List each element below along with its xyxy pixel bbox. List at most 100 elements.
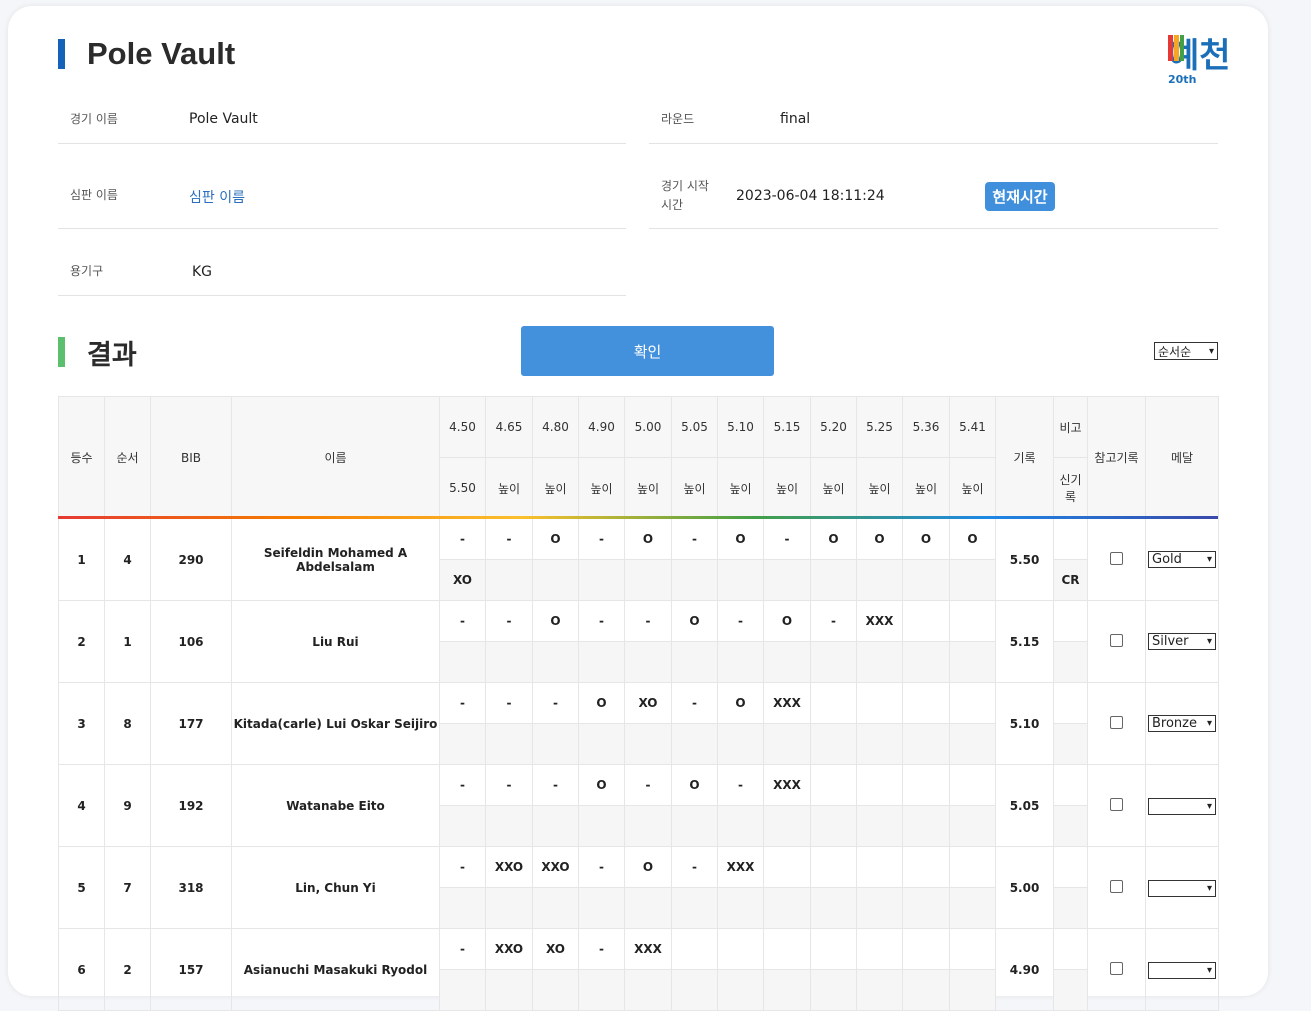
attempt2-cell: [578, 887, 625, 929]
height-input-link[interactable]: 높이: [717, 457, 764, 519]
attempt2-cell: [949, 641, 996, 683]
equipment-label: 용기구: [70, 264, 104, 278]
attempt-cell: -: [671, 518, 718, 560]
athlete-name: Seifeldin Mohamed A Abdelsalam: [231, 518, 440, 601]
attempt2-cell: [763, 805, 811, 847]
attempt-cell: XXO: [485, 846, 533, 888]
reference-checkbox[interactable]: [1110, 551, 1123, 565]
chevron-down-icon: ▾: [1206, 718, 1212, 729]
attempt2-cell: [902, 887, 950, 929]
attempt-cell: -: [717, 600, 764, 642]
record-cell: 5.05: [995, 764, 1054, 847]
attempt2-cell: [902, 559, 950, 601]
header-height: 5.05: [671, 396, 718, 458]
confirm-button[interactable]: 확인: [521, 326, 774, 376]
height-input-link[interactable]: 높이: [902, 457, 950, 519]
order-cell: 8: [104, 682, 151, 765]
attempt2-cell: [717, 805, 764, 847]
event-name-row: 경기 이름 Pole Vault: [58, 100, 626, 144]
round-row: 라운드 final: [649, 100, 1218, 144]
height-input-link[interactable]: 높이: [856, 457, 903, 519]
rank-cell: 6: [58, 928, 105, 1011]
note-cell: [1053, 846, 1088, 888]
attempt-cell: O: [810, 518, 857, 560]
reference-checkbox[interactable]: [1110, 879, 1123, 893]
attempt-cell: -: [717, 764, 764, 806]
record-cell: 5.15: [995, 600, 1054, 683]
height-input-link[interactable]: 높이: [763, 457, 811, 519]
event-name-label: 경기 이름: [70, 112, 118, 126]
attempt-cell: O: [717, 518, 764, 560]
attempt-cell: -: [763, 518, 811, 560]
attempt-cell: O: [578, 682, 625, 724]
start-time-label-line1: 경기 시작: [661, 179, 709, 193]
attempt2-cell: [439, 805, 486, 847]
attempt-cell: [902, 846, 950, 888]
attempt2-cell: [671, 723, 718, 765]
attempt-cell: XXO: [532, 846, 579, 888]
bib-cell: 192: [150, 764, 232, 847]
header-ref: 참고기록: [1087, 396, 1146, 519]
logo-sub-text: 20th: [1168, 73, 1196, 86]
logo-green-stroke: [1180, 35, 1184, 61]
medal-select-value: Gold: [1152, 552, 1182, 567]
attempt2-cell: [856, 641, 903, 683]
bib-cell: 157: [150, 928, 232, 1011]
medal-select[interactable]: ▾: [1148, 962, 1216, 980]
attempt2-cell: [717, 887, 764, 929]
attempt2-cell: [810, 641, 857, 683]
reference-checkbox[interactable]: [1110, 715, 1123, 729]
height-input-link[interactable]: 높이: [671, 457, 718, 519]
medal-select[interactable]: Bronze ▾: [1148, 715, 1216, 732]
athlete-name: Liu Rui: [231, 600, 440, 683]
attempt-cell: -: [624, 764, 672, 806]
header-new-record: 신기록: [1053, 457, 1088, 519]
sort-select[interactable]: 순서순 ▾: [1154, 342, 1218, 360]
medal-select[interactable]: ▾: [1148, 798, 1216, 816]
attempt-cell: [949, 682, 996, 724]
attempt-cell: O: [856, 518, 903, 560]
attempt2-cell: [624, 641, 672, 683]
attempt-cell: XXX: [856, 600, 903, 642]
attempt2-cell: [856, 887, 903, 929]
bib-cell: 290: [150, 518, 232, 601]
height-input-link[interactable]: 높이: [949, 457, 996, 519]
height-input-link[interactable]: 높이: [532, 457, 579, 519]
note-cell: [1053, 682, 1088, 724]
order-cell: 4: [104, 518, 151, 601]
current-time-button[interactable]: 현재시간: [985, 182, 1055, 211]
attempt2-cell: [485, 559, 533, 601]
height-input-link[interactable]: 높이: [810, 457, 857, 519]
height-input-link[interactable]: 높이: [485, 457, 533, 519]
record-cell: 5.00: [995, 846, 1054, 929]
attempt2-cell: [671, 559, 718, 601]
header-height: 5.41: [949, 396, 996, 458]
attempt2-cell: [949, 805, 996, 847]
attempt2-cell: [578, 723, 625, 765]
attempt2-cell: [578, 969, 625, 1011]
medal-cell: ▾: [1145, 846, 1219, 929]
reference-checkbox[interactable]: [1110, 961, 1123, 975]
medal-select[interactable]: ▾: [1148, 880, 1216, 898]
new-record-cell: [1053, 969, 1088, 1011]
attempt-cell: [949, 600, 996, 642]
attempt-cell: -: [439, 518, 486, 560]
medal-select[interactable]: Gold ▾: [1148, 551, 1216, 568]
attempt2-cell: [485, 723, 533, 765]
medal-select[interactable]: Silver ▾: [1148, 633, 1216, 650]
attempt-cell: O: [578, 764, 625, 806]
height-input-link[interactable]: 높이: [578, 457, 625, 519]
header-note: 비고: [1053, 396, 1088, 458]
attempt-cell: -: [532, 682, 579, 724]
attempt-cell: [810, 928, 857, 970]
reference-checkbox[interactable]: [1110, 797, 1123, 811]
height-input-link[interactable]: 높이: [624, 457, 672, 519]
results-header: 결과: [58, 334, 137, 371]
judge-name-link[interactable]: 심판 이름: [189, 187, 245, 207]
results-table: 등수 순서 BIB 이름 4.50 4.65 4.80 4.90 5.00 5.05 5.10 5.1…: [58, 396, 1219, 1011]
attempt2-cell: [532, 887, 579, 929]
reference-checkbox[interactable]: [1110, 633, 1123, 647]
attempt2-cell: [578, 805, 625, 847]
attempt-cell: [949, 928, 996, 970]
attempt2-cell: [439, 969, 486, 1011]
